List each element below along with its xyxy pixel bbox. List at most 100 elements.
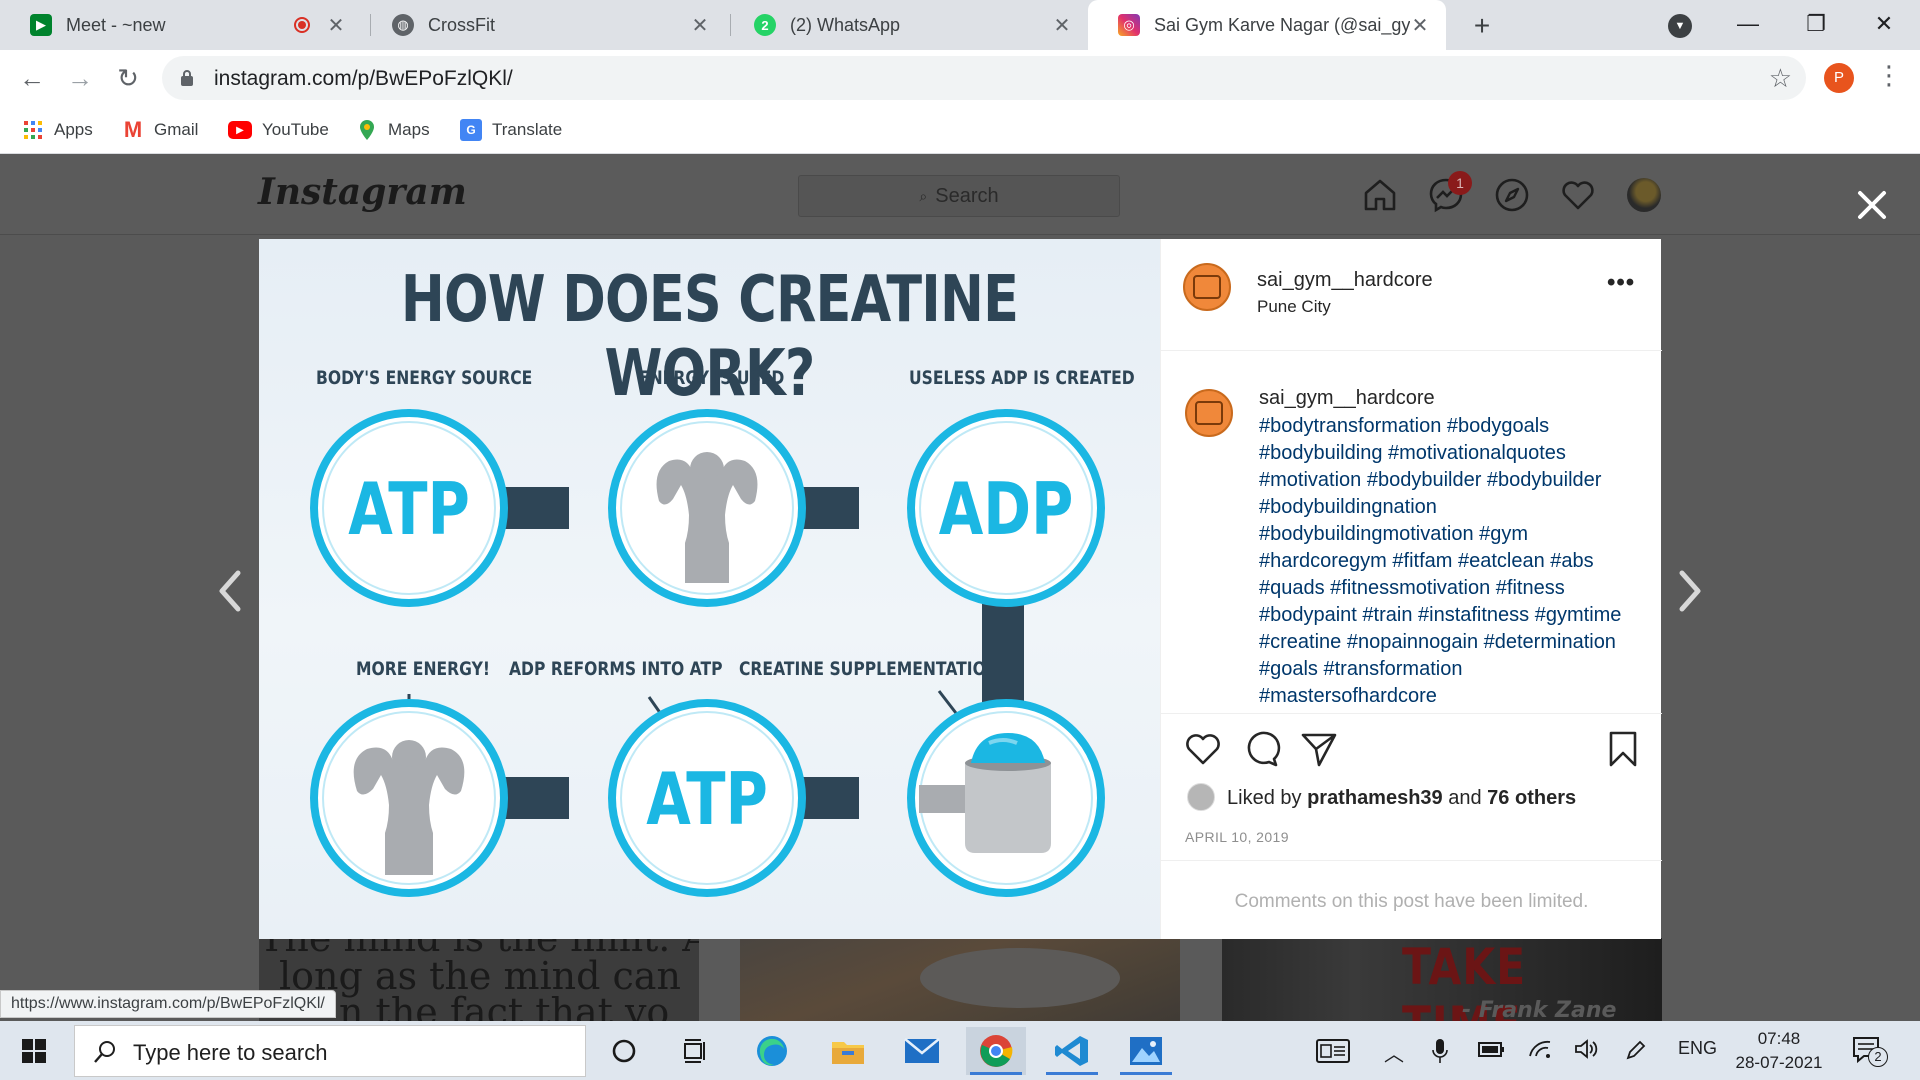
- tab-whatsapp[interactable]: 2 (2) WhatsApp ✕: [724, 0, 1088, 50]
- bookmark-translate[interactable]: G Translate: [460, 116, 562, 144]
- translate-icon: G: [460, 119, 482, 141]
- link-status-bubble: https://www.instagram.com/p/BwEPoFzlQKl/: [0, 990, 336, 1018]
- minimize-icon[interactable]: —: [1724, 6, 1772, 42]
- file-explorer-icon[interactable]: [818, 1027, 878, 1075]
- taskbar-search-input[interactable]: Type here to search: [74, 1025, 586, 1077]
- globe-icon: ◍: [392, 14, 414, 36]
- volume-icon[interactable]: [1574, 1038, 1600, 1065]
- divider: [1161, 713, 1662, 714]
- profile-avatar[interactable]: P: [1824, 63, 1854, 93]
- microphone-icon[interactable]: [1432, 1038, 1448, 1069]
- bookmark-star-icon[interactable]: ☆: [1769, 63, 1792, 94]
- restore-icon[interactable]: ❐: [1792, 6, 1840, 42]
- next-post-arrow-icon[interactable]: [1670, 563, 1710, 619]
- close-window-icon[interactable]: ✕: [1860, 6, 1908, 42]
- bookmark-maps[interactable]: Maps: [356, 116, 430, 144]
- post-location[interactable]: Pune City: [1257, 297, 1331, 317]
- system-clock[interactable]: 07:48 28-07-2021: [1724, 1027, 1834, 1075]
- divider: [1161, 860, 1662, 861]
- circle-text-atp-2: ATP: [646, 758, 768, 842]
- close-modal-icon[interactable]: [1852, 185, 1892, 225]
- gym-logo-icon: [1193, 275, 1221, 299]
- close-tab-icon[interactable]: ✕: [326, 13, 346, 38]
- comment-icon[interactable]: [1241, 729, 1281, 769]
- profile-avatar[interactable]: [1627, 178, 1661, 212]
- reload-icon[interactable]: ↻: [112, 62, 144, 94]
- tab-title: Sai Gym Karve Nagar (@sai_gym_: [1154, 14, 1410, 35]
- address-bar[interactable]: instagram.com/p/BwEPoFzlQKl/ ☆: [162, 56, 1806, 100]
- close-tab-icon[interactable]: ✕: [1052, 13, 1072, 38]
- grid-thumbnail[interactable]: TAKE TIME - Frank Zane: [1222, 938, 1662, 1021]
- likes-user[interactable]: prathamesh39: [1307, 787, 1443, 809]
- caption-hashtags[interactable]: #bodytransformation #bodygoals #bodybuil…: [1259, 413, 1639, 710]
- post-date[interactable]: APRIL 10, 2019: [1185, 829, 1289, 845]
- clock-date: 28-07-2021: [1735, 1053, 1823, 1072]
- scoop-shape: [920, 948, 1120, 1008]
- likes-summary[interactable]: Liked by prathamesh39 and 76 others: [1227, 787, 1576, 810]
- vscode-icon[interactable]: [1042, 1027, 1102, 1075]
- browser-menu-icon[interactable]: ⋮: [1876, 60, 1902, 91]
- windows-start-icon[interactable]: [14, 1033, 54, 1069]
- creatine-cycle-diagram: ATP ADP ATP: [310, 409, 1105, 897]
- show-hidden-icons-chevron-icon[interactable]: ︿: [1384, 1038, 1404, 1067]
- search-input[interactable]: ⌕ Search: [798, 175, 1120, 217]
- chrome-taskbar-icon[interactable]: [966, 1027, 1026, 1075]
- liker-avatar[interactable]: [1187, 783, 1215, 811]
- battery-icon[interactable]: [1478, 1038, 1506, 1065]
- tab-strip: ▶ Meet - ~new ✕ ◍ CrossFit ✕ 2 (2) Whats…: [0, 0, 1920, 50]
- bookmark-gmail[interactable]: M Gmail: [122, 116, 199, 144]
- edge-browser-icon[interactable]: [742, 1027, 802, 1075]
- tab-title: Meet - ~new: [66, 14, 166, 35]
- caption-author-avatar[interactable]: [1185, 389, 1233, 437]
- tab-crossfit[interactable]: ◍ CrossFit ✕: [362, 0, 726, 50]
- post-author-avatar[interactable]: [1183, 263, 1231, 311]
- mail-icon[interactable]: [892, 1027, 952, 1075]
- language-indicator[interactable]: ENG: [1678, 1038, 1717, 1059]
- more-options-icon[interactable]: •••: [1607, 269, 1635, 297]
- tab-search-icon[interactable]: ▼: [1668, 14, 1692, 38]
- tab-meet[interactable]: ▶ Meet - ~new ✕: [0, 0, 362, 50]
- grid-thumbnail[interactable]: [740, 938, 1180, 1021]
- bookmark-apps[interactable]: Apps: [22, 116, 93, 144]
- close-tab-icon[interactable]: ✕: [690, 13, 710, 38]
- explore-compass-icon[interactable]: [1494, 177, 1530, 213]
- search-icon: [94, 1041, 115, 1063]
- pen-icon[interactable]: [1624, 1038, 1648, 1067]
- divider: [1161, 350, 1662, 351]
- caption-username[interactable]: sai_gym__hardcore: [1259, 387, 1435, 410]
- notification-center-icon[interactable]: 2: [1852, 1035, 1888, 1070]
- instagram-logo[interactable]: Instagram: [258, 171, 467, 213]
- like-heart-icon[interactable]: [1183, 729, 1223, 769]
- cortana-icon[interactable]: [594, 1027, 654, 1075]
- lock-icon: [181, 70, 193, 86]
- gym-logo-icon: [1195, 401, 1223, 425]
- task-view-icon[interactable]: [666, 1027, 726, 1075]
- circle-energy-used: [608, 409, 806, 607]
- post-username[interactable]: sai_gym__hardcore: [1257, 269, 1433, 292]
- back-icon[interactable]: ←: [16, 62, 48, 94]
- people-icon[interactable]: [1316, 1038, 1350, 1069]
- forward-icon[interactable]: →: [64, 62, 96, 94]
- activity-heart-icon[interactable]: [1560, 177, 1596, 213]
- post-details-panel: sai_gym__hardcore Pune City ••• sai_gym_…: [1160, 239, 1662, 939]
- apps-grid-icon: [22, 119, 44, 141]
- new-tab-button[interactable]: +: [1466, 10, 1498, 42]
- instagram-header: Instagram ⌕ Search 1: [0, 155, 1920, 235]
- bookmark-youtube[interactable]: ▶ YouTube: [228, 116, 329, 144]
- wifi-icon[interactable]: [1528, 1038, 1552, 1065]
- share-send-icon[interactable]: [1299, 729, 1339, 769]
- circle-more-energy: [310, 699, 508, 897]
- home-icon[interactable]: [1362, 177, 1398, 213]
- close-tab-icon[interactable]: ✕: [1410, 13, 1430, 38]
- instagram-icon: ◎: [1118, 14, 1140, 36]
- google-meet-icon: ▶: [30, 14, 52, 36]
- save-bookmark-icon[interactable]: [1603, 729, 1643, 769]
- likes-others[interactable]: 76 others: [1487, 787, 1576, 809]
- photos-icon[interactable]: [1116, 1027, 1176, 1075]
- tab-instagram[interactable]: ◎ Sai Gym Karve Nagar (@sai_gym_ ✕: [1088, 0, 1446, 50]
- tab-title: (2) WhatsApp: [790, 14, 901, 35]
- previous-post-arrow-icon[interactable]: [210, 563, 250, 619]
- thumbnail-text: n the fact that yo: [339, 990, 670, 1021]
- post-image[interactable]: HOW DOES CREATINE WORK? BODY'S ENERGY SO…: [259, 239, 1160, 939]
- clock-time: 07:48: [1757, 1029, 1801, 1048]
